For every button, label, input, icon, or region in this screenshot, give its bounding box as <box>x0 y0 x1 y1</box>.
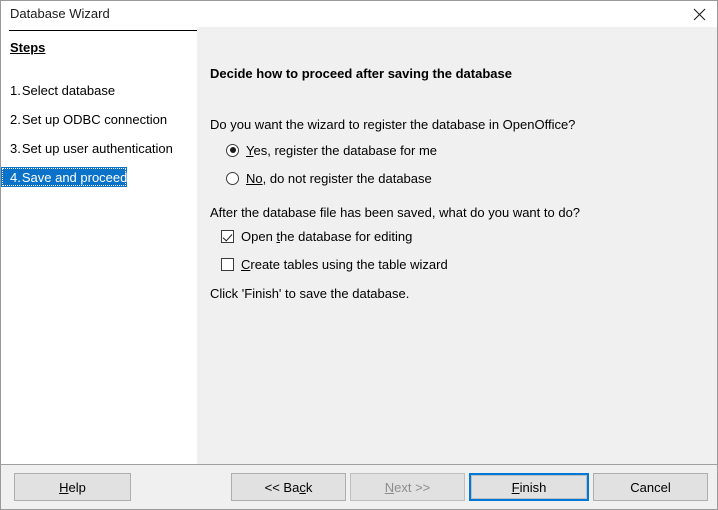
radio-yes-register[interactable]: Yes, register the database for me <box>226 140 437 160</box>
checkbox-open-label: Open the database for editing <box>234 229 412 244</box>
back-button-prefix: << Ba <box>265 480 300 495</box>
finish-button[interactable]: Finish <box>469 473 589 501</box>
step-label: Select database <box>21 83 115 98</box>
mnemonic-char: H <box>59 480 68 495</box>
step-item-set-up-odbc-connection[interactable]: 2. Set up ODBC connection <box>1 109 167 129</box>
cancel-button[interactable]: Cancel <box>593 473 708 501</box>
steps-panel: Steps 1. Select database 2. Set up ODBC … <box>1 27 197 464</box>
mnemonic-char: F <box>512 480 520 495</box>
help-button-rest: elp <box>69 480 86 495</box>
footer-button-bar: Help << Back Next >> Finish Cancel <box>1 465 717 509</box>
radio-no-label: No, do not register the database <box>239 171 432 186</box>
checkbox-create-label: Create tables using the table wizard <box>234 257 448 272</box>
checkbox-create-tables-using-table-wizard[interactable]: Create tables using the table wizard <box>221 254 448 274</box>
radio-yes-label-rest: es, register the database for me <box>253 143 437 158</box>
after-save-question-label: After the database file has been saved, … <box>210 205 580 220</box>
next-button-rest: ext >> <box>394 480 430 495</box>
checkbox-icon-unchecked <box>221 258 234 271</box>
back-button-rest: k <box>306 480 313 495</box>
radio-icon-selected <box>226 144 239 157</box>
database-wizard-window: Database Wizard Steps 1. Select database… <box>0 0 718 510</box>
radio-icon-unselected <box>226 172 239 185</box>
checkbox-create-label-rest: reate tables using the table wizard <box>250 257 447 272</box>
step-number: 3. <box>10 141 21 156</box>
help-button[interactable]: Help <box>14 473 131 501</box>
step-item-select-database[interactable]: 1. Select database <box>1 80 115 100</box>
step-label: Set up user authentication <box>21 141 173 156</box>
after-save-checkbox-group: Open the database for editing Create tab… <box>221 226 448 282</box>
checkbox-open-label-rest: he database for editing <box>280 229 412 244</box>
checkbox-open-label-prefix: Open <box>241 229 276 244</box>
step-item-set-up-user-authentication[interactable]: 3. Set up user authentication <box>1 138 173 158</box>
checkbox-open-database-for-editing[interactable]: Open the database for editing <box>221 226 412 246</box>
checkbox-icon-checked <box>221 230 234 243</box>
radio-yes-label: Yes, register the database for me <box>239 143 437 158</box>
close-icon[interactable] <box>681 2 717 27</box>
mnemonic-char: No <box>246 171 263 186</box>
step-number: 1. <box>10 83 21 98</box>
step-label: Save and proceed <box>21 170 128 185</box>
steps-list: 1. Select database 2. Set up ODBC connec… <box>1 80 197 196</box>
window-title: Database Wizard <box>10 1 110 27</box>
step-item-save-and-proceed[interactable]: 4. Save and proceed <box>1 167 127 187</box>
finish-button-rest: inish <box>520 480 547 495</box>
content-panel: Decide how to proceed after saving the d… <box>197 27 717 464</box>
steps-heading: Steps <box>10 40 45 55</box>
cancel-button-prefix: Cancel <box>630 480 670 495</box>
wizard-body: Steps 1. Select database 2. Set up ODBC … <box>1 27 717 464</box>
finish-hint-text: Click 'Finish' to save the database. <box>210 286 409 301</box>
page-title: Decide how to proceed after saving the d… <box>210 66 512 81</box>
step-label: Set up ODBC connection <box>21 112 167 127</box>
register-question-label: Do you want the wizard to register the d… <box>210 117 575 132</box>
step-number: 4. <box>10 170 21 185</box>
radio-no-label-rest: , do not register the database <box>263 171 432 186</box>
next-button: Next >> <box>350 473 465 501</box>
step-number: 2. <box>10 112 21 127</box>
mnemonic-char: N <box>385 480 394 495</box>
back-button[interactable]: << Back <box>231 473 346 501</box>
steps-divider <box>9 30 197 31</box>
mnemonic-char: C <box>241 257 250 272</box>
title-bar: Database Wizard <box>1 1 717 27</box>
register-radio-group: Yes, register the database for me No, do… <box>226 140 437 196</box>
radio-no-register[interactable]: No, do not register the database <box>226 168 432 188</box>
